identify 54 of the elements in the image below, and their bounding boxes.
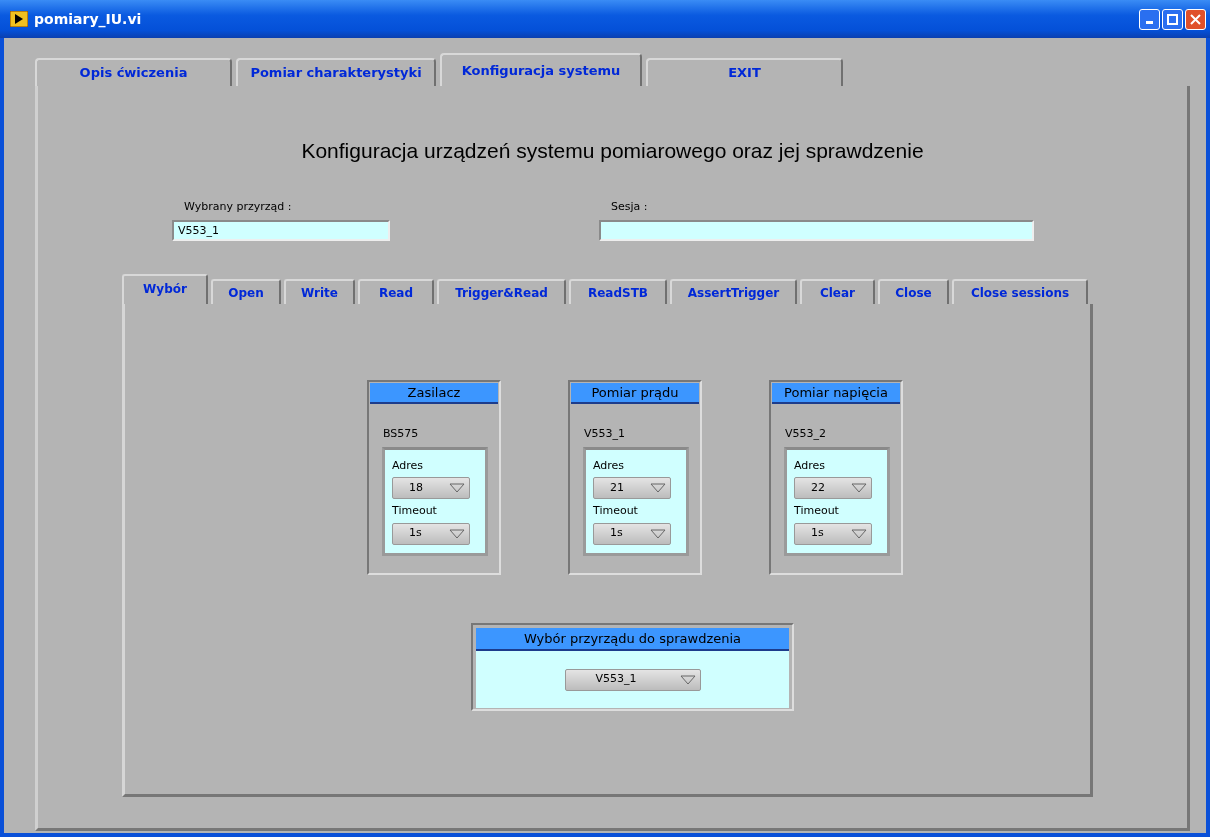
app-icon [10, 11, 28, 27]
tab[interactable]: AssertTrigger [670, 279, 797, 304]
tab[interactable]: Read [358, 279, 434, 304]
tab[interactable]: Close [878, 279, 949, 304]
dropdown-arrow-icon [851, 483, 867, 493]
control-label: Adres [794, 457, 827, 474]
control-label: Timeout [593, 503, 639, 519]
field-label: Sesja : [611, 199, 649, 215]
text-field[interactable] [599, 219, 1034, 241]
close-icon [1190, 13, 1201, 25]
control-label: Adres [593, 457, 626, 474]
tab[interactable]: Opis ćwiczenia [35, 58, 232, 86]
control-label: Timeout [794, 503, 840, 519]
dropdown-arrow-icon [449, 483, 465, 493]
maximize-icon [1167, 13, 1178, 25]
tab[interactable]: EXIT [646, 58, 843, 86]
dropdown-arrow-icon [449, 528, 465, 539]
maximize-button[interactable] [1162, 8, 1183, 30]
tab[interactable]: Clear [800, 279, 875, 304]
control-label: Adres [392, 457, 425, 474]
device-label: V553_2 [785, 426, 827, 442]
tab[interactable]: Write [284, 279, 355, 304]
panel-title: Wybór przyrządu do sprawdzenia [476, 628, 789, 651]
dropdown-arrow-icon [650, 528, 666, 539]
dropdown[interactable]: V553_1 [564, 668, 701, 691]
panel-title: Zasilacz [370, 383, 498, 404]
dropdown-arrow-icon [650, 483, 666, 493]
window-title: pomiary_IU.vi [34, 9, 143, 30]
tab[interactable]: ReadSTB [569, 279, 667, 304]
dropdown[interactable]: 18 [392, 477, 470, 499]
tab[interactable]: Pomiar charakterystyki [236, 58, 436, 86]
device-label: V553_1 [584, 426, 626, 442]
dropdown-arrow-icon [679, 674, 696, 685]
dropdown-arrow-icon [851, 528, 867, 539]
dropdown[interactable]: 1s [593, 522, 671, 545]
dropdown[interactable]: 1s [794, 522, 872, 545]
text-field[interactable]: V553_1 [172, 219, 390, 241]
tab[interactable]: Konfiguracja systemu [440, 53, 642, 86]
dropdown[interactable]: 21 [593, 477, 671, 499]
tab[interactable]: Trigger&Read [437, 279, 566, 304]
dropdown[interactable]: 22 [794, 477, 872, 499]
panel-title: Pomiar prądu [571, 383, 699, 404]
tab[interactable]: Open [211, 279, 281, 304]
control-label: Timeout [392, 503, 438, 519]
dropdown[interactable]: 1s [392, 522, 470, 545]
tab[interactable]: Wybór [122, 274, 208, 304]
minimize-icon [1146, 21, 1153, 24]
close-button[interactable] [1185, 8, 1206, 30]
page-heading: Konfiguracja urządzeń systemu pomiarowego oraz jej sprawdzenie [300, 138, 925, 164]
field-label: Wybrany przyrząd : [184, 199, 293, 215]
panel-title: Pomiar napięcia [772, 383, 900, 404]
minimize-button[interactable] [1139, 8, 1160, 30]
device-label: BS575 [383, 426, 419, 442]
tab[interactable]: Close sessions [952, 279, 1088, 304]
